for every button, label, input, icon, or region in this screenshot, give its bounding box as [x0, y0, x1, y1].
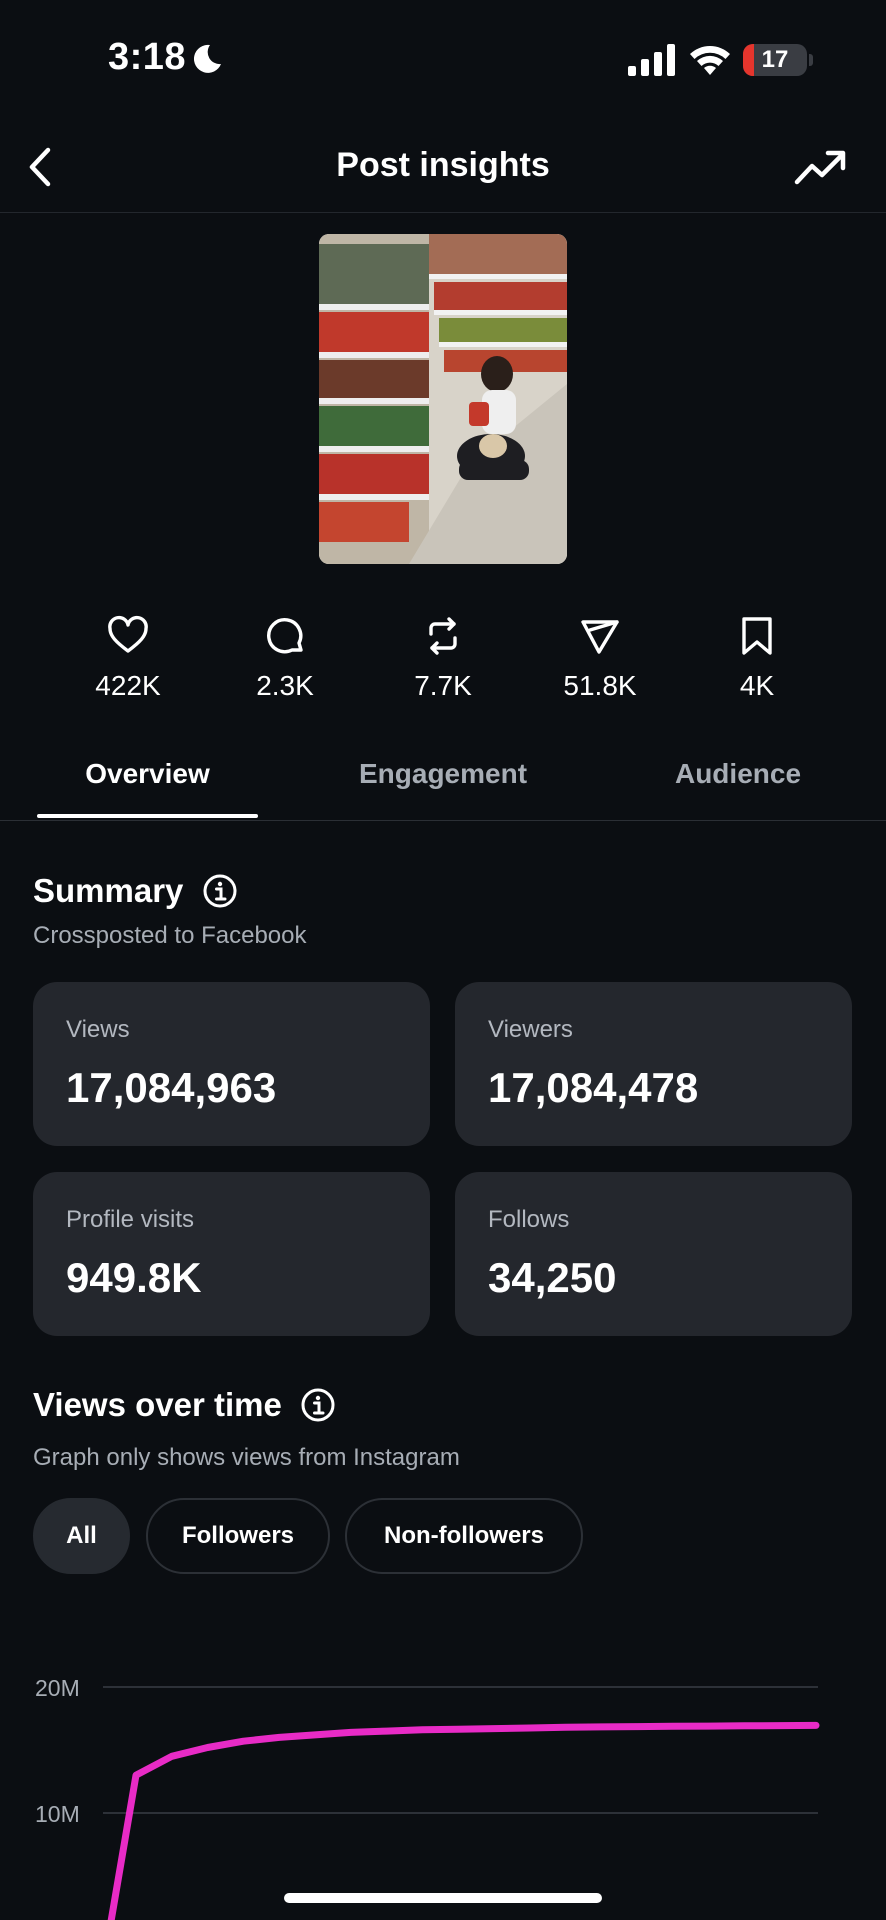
cellular-signal-icon: [628, 44, 675, 76]
tabs-divider: [0, 820, 886, 821]
header-divider: [0, 212, 886, 213]
header: Post insights: [0, 120, 886, 212]
repost-icon: [429, 617, 457, 655]
y-tick-label: 20M: [35, 1675, 80, 1701]
insights-tabs: Overview Engagement Audience: [0, 740, 886, 820]
trending-up-icon[interactable]: [792, 142, 848, 192]
tab-overview[interactable]: Overview: [37, 758, 258, 790]
post-metrics: 422K 2.3K 7.7K 51.8K 4K: [0, 614, 886, 714]
viewers-card[interactable]: Viewers 17,084,478: [455, 982, 852, 1146]
views-over-time-subtitle: Graph only shows views from Instagram: [33, 1444, 460, 1471]
summary-title: Summary: [33, 872, 184, 909]
profile-visits-label: Profile visits: [66, 1206, 195, 1233]
saves-metric: 4K: [697, 614, 817, 702]
profile-visits-card[interactable]: Profile visits 949.8K: [33, 1172, 430, 1336]
filter-followers[interactable]: Followers: [146, 1498, 330, 1574]
shares-metric: 51.8K: [540, 614, 660, 702]
shares-count: 51.8K: [563, 670, 637, 701]
info-icon[interactable]: [202, 873, 238, 909]
page-title: Post insights: [336, 146, 550, 184]
filter-all[interactable]: All: [33, 1498, 130, 1574]
filter-non-followers[interactable]: Non-followers: [345, 1498, 583, 1574]
share-icon: [581, 620, 619, 654]
moon-icon: [193, 44, 221, 73]
views-label: Views: [66, 1016, 130, 1043]
battery-nub: [809, 54, 813, 66]
post-image: [319, 234, 567, 564]
views-over-time-title: Views over time: [33, 1386, 282, 1423]
views-card[interactable]: Views 17,084,963: [33, 982, 430, 1146]
reposts-metric: 7.7K: [383, 614, 503, 702]
heart-icon: [108, 615, 148, 653]
follows-label: Follows: [488, 1206, 570, 1233]
tab-engagement[interactable]: Engagement: [333, 758, 553, 790]
active-tab-indicator: [37, 814, 258, 818]
follows-card[interactable]: Follows 34,250: [455, 1172, 852, 1336]
views-value: 17,084,963: [66, 1064, 277, 1111]
bookmark-icon: [742, 617, 772, 655]
info-icon[interactable]: [300, 1387, 336, 1423]
summary-subtitle: Crossposted to Facebook: [33, 922, 307, 949]
viewers-value: 17,084,478: [488, 1064, 699, 1111]
status-time: 3:18: [108, 36, 187, 78]
viewers-label: Viewers: [488, 1016, 573, 1043]
profile-visits-value: 949.8K: [66, 1254, 202, 1301]
likes-count: 422K: [95, 670, 161, 701]
views-line: [107, 1721, 820, 1920]
likes-metric: 422K: [68, 614, 188, 702]
battery-icon: 17: [743, 44, 807, 76]
follows-value: 34,250: [488, 1254, 617, 1301]
battery-level: 17: [761, 46, 789, 73]
reposts-count: 7.7K: [414, 670, 472, 701]
status-bar: 3:18 17: [0, 0, 886, 110]
views-over-time-chart: 20M 10M: [35, 1675, 820, 1920]
tab-audience[interactable]: Audience: [628, 758, 848, 790]
home-indicator: [284, 1893, 602, 1903]
comments-count: 2.3K: [256, 670, 314, 701]
y-tick-label: 10M: [35, 1801, 80, 1827]
wifi-icon: [690, 46, 730, 75]
post-thumbnail[interactable]: [319, 234, 567, 564]
saves-count: 4K: [739, 670, 775, 701]
comments-metric: 2.3K: [225, 614, 345, 702]
comment-icon: [267, 618, 303, 654]
